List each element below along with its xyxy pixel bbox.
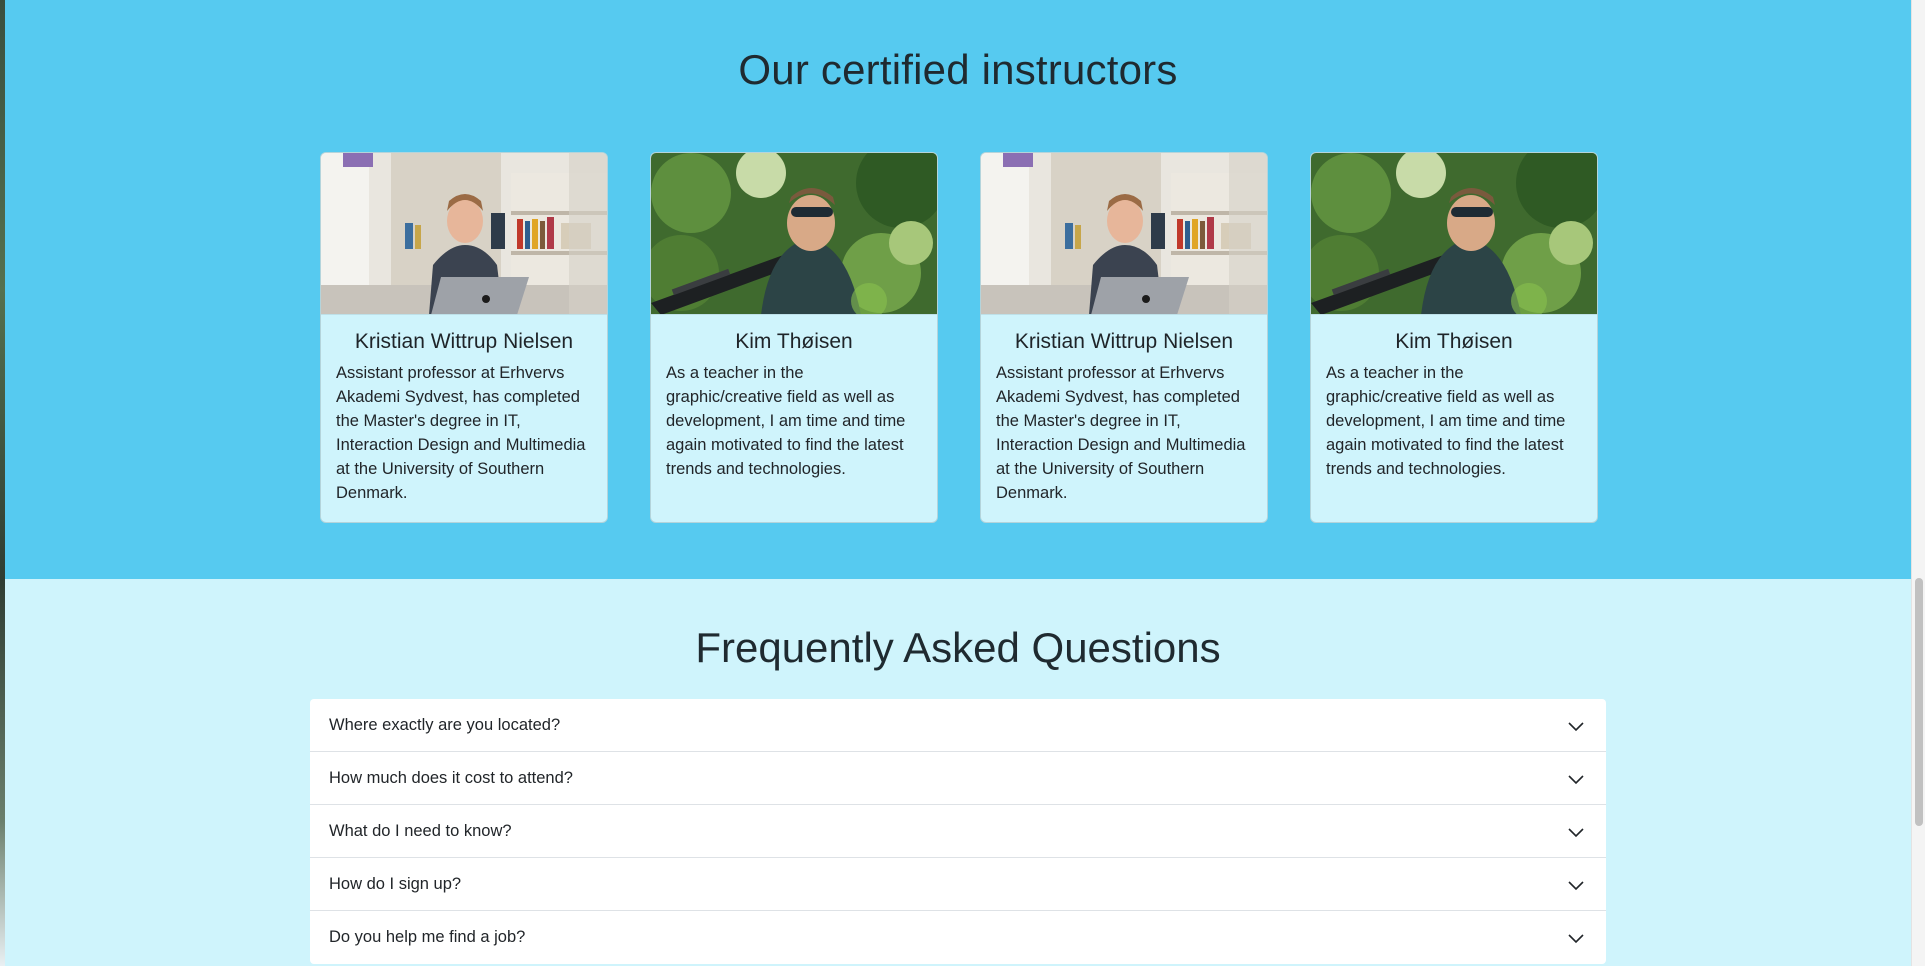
instructor-card: Kristian Wittrup Nielsen Assistant profe… xyxy=(320,152,608,523)
faq-question: How do I sign up? xyxy=(329,874,462,893)
faq-accordion: Where exactly are you located? How much … xyxy=(310,699,1606,964)
instructor-name: Kim Thøisen xyxy=(1395,330,1513,353)
instructor-bio: As a teacher in the graphic/creative fie… xyxy=(666,364,906,478)
page-viewport: Our certified instructors Kristian Wittr… xyxy=(5,0,1911,966)
instructor-bio: Assistant professor at Erhvervs Akademi … xyxy=(996,364,1246,502)
faq-question: What do I need to know? xyxy=(329,821,512,840)
faq-item-job[interactable]: Do you help me find a job? xyxy=(310,911,1606,964)
instructor-photo xyxy=(981,153,1267,315)
instructor-card: Kristian Wittrup Nielsen Assistant profe… xyxy=(980,152,1268,523)
chevron-down-icon xyxy=(1568,881,1584,891)
faq-question: Do you help me find a job? xyxy=(329,928,526,946)
chevron-down-icon xyxy=(1568,722,1584,732)
faq-item-cost[interactable]: How much does it cost to attend? xyxy=(310,752,1606,805)
instructor-bio: Assistant professor at Erhvervs Akademi … xyxy=(336,364,586,502)
instructor-name: Kim Thøisen xyxy=(735,330,853,353)
scrollbar-thumb[interactable] xyxy=(1915,578,1923,826)
instructor-bio: As a teacher in the graphic/creative fie… xyxy=(1326,364,1566,478)
instructor-name: Kristian Wittrup Nielsen xyxy=(1014,330,1234,353)
faq-question: Where exactly are you located? xyxy=(329,715,561,734)
instructor-card: Kim Thøisen As a teacher in the graphic/… xyxy=(1310,152,1598,523)
faq-item-signup[interactable]: How do I sign up? xyxy=(310,858,1606,911)
scrollbar[interactable] xyxy=(1911,0,1925,966)
instructor-photo xyxy=(321,153,607,315)
faq-item-location[interactable]: Where exactly are you located? xyxy=(310,699,1606,752)
instructor-photo xyxy=(651,153,937,315)
instructor-photo xyxy=(1311,153,1597,315)
chevron-down-icon xyxy=(1568,775,1584,785)
instructor-name: Kristian Wittrup Nielsen xyxy=(354,330,574,353)
faq-question: How much does it cost to attend? xyxy=(329,768,573,787)
instructors-heading: Our certified instructors xyxy=(738,46,1178,93)
faq-heading: Frequently Asked Questions xyxy=(695,624,1221,671)
chevron-down-icon xyxy=(1568,828,1584,838)
instructors-section: Our certified instructors Kristian Wittr… xyxy=(5,0,1911,579)
chevron-down-icon xyxy=(1568,934,1584,944)
faq-item-prerequisites[interactable]: What do I need to know? xyxy=(310,805,1606,858)
instructor-card: Kim Thøisen As a teacher in the graphic/… xyxy=(650,152,938,523)
